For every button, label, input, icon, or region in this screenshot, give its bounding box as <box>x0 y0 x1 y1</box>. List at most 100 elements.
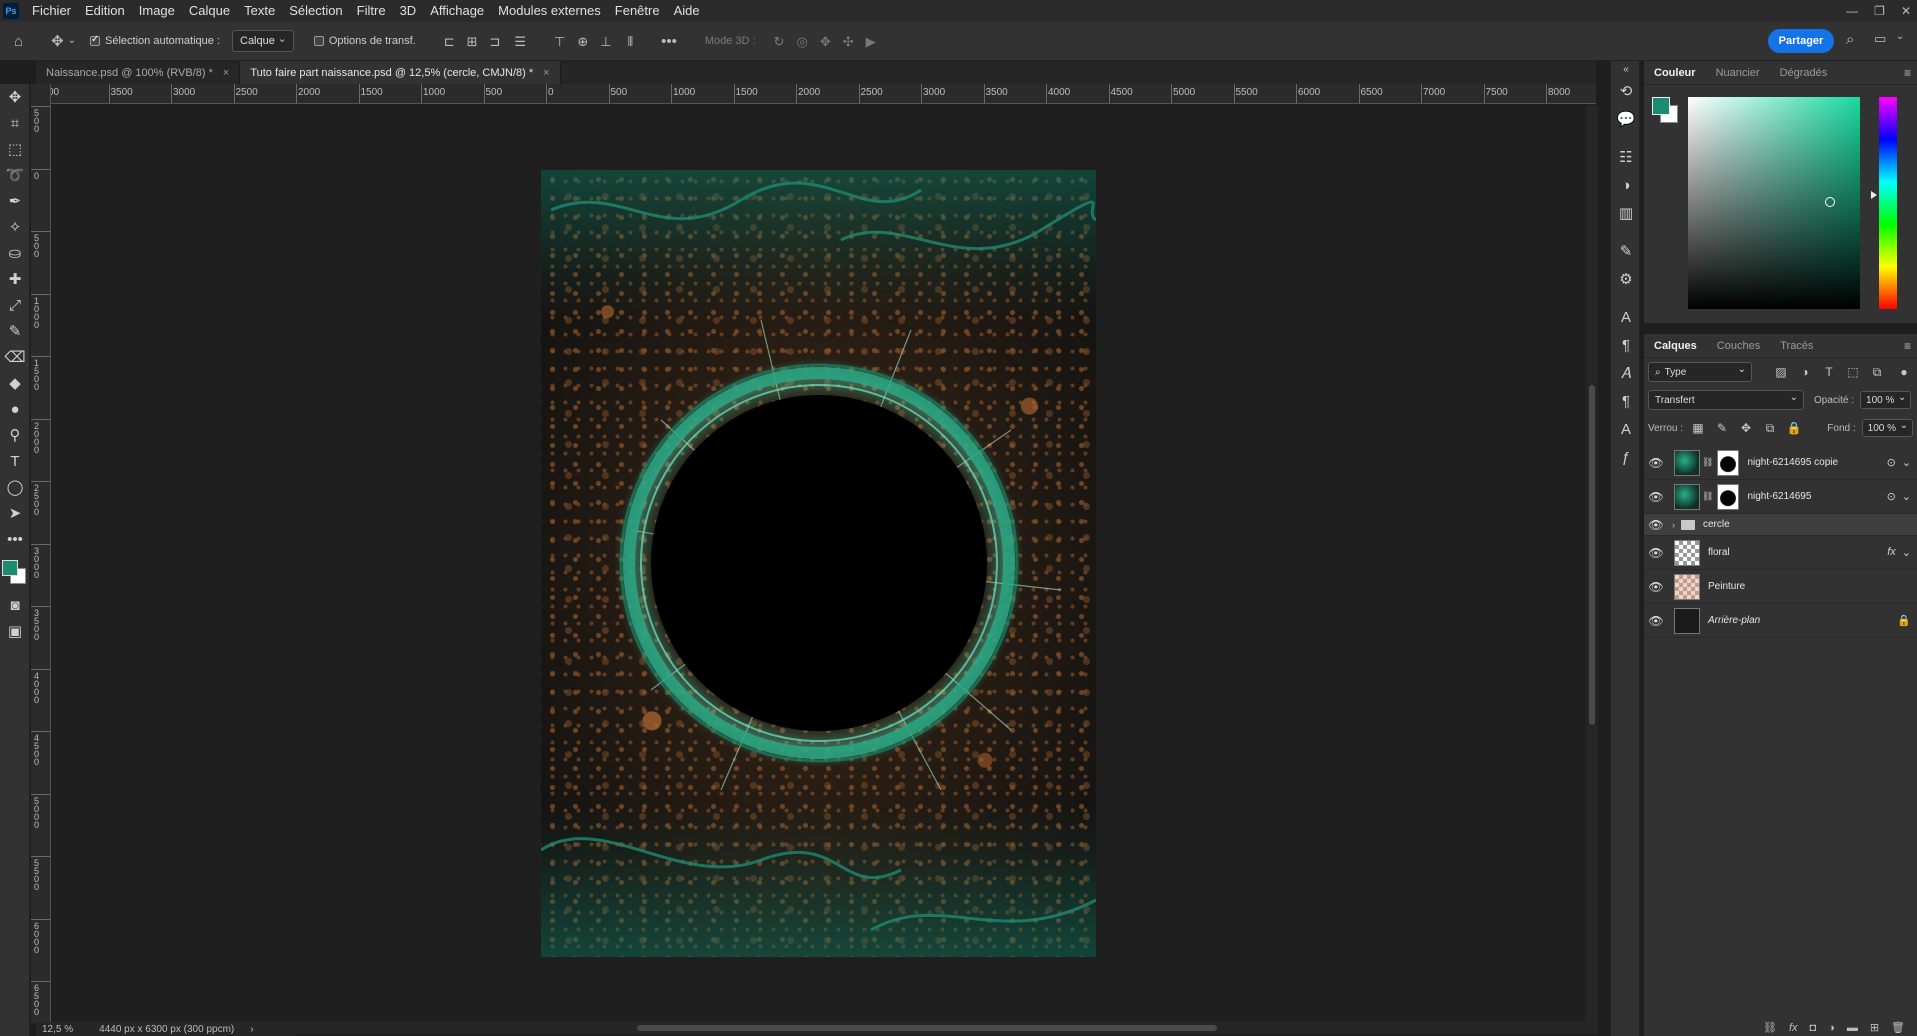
expand-chevron-icon[interactable]: ⌄ <box>1902 546 1911 559</box>
minimize-icon[interactable]: — <box>1846 4 1858 18</box>
lock-icon[interactable]: 🔒 <box>1897 614 1911 627</box>
expand-chevron-icon[interactable]: ⌄ <box>1902 490 1911 503</box>
zoom-level[interactable]: 12,5 % <box>42 1024 73 1035</box>
filter-adjustment-icon[interactable]: ◑ <box>1796 365 1814 379</box>
paragraph-styles-icon[interactable]: ¶ <box>1611 387 1641 415</box>
search-icon[interactable]: ⌕ <box>1846 32 1854 47</box>
eyedropper-tool-icon[interactable]: ⤢ <box>0 292 30 318</box>
vertical-scrollbar[interactable] <box>1586 105 1598 1022</box>
adjustments-icon[interactable]: ◑ <box>1611 171 1641 199</box>
menu-fenetre[interactable]: Fenêtre <box>608 0 667 22</box>
tab-tuto-faire-part[interactable]: Tuto faire part naissance.psd @ 12,5% (c… <box>240 61 561 84</box>
foreground-color-swatch[interactable] <box>2 560 18 576</box>
paint-bucket-tool-icon[interactable]: ◆ <box>0 370 30 396</box>
tab-degrades[interactable]: Dégradés <box>1770 61 1838 85</box>
share-button[interactable]: Partager <box>1768 29 1834 53</box>
auto-select-dropdown[interactable]: Calque <box>232 30 294 52</box>
styles-fx-icon[interactable]: ƒ <box>1611 443 1641 471</box>
menu-calque[interactable]: Calque <box>182 0 237 22</box>
healing-tool-icon[interactable]: ✚ <box>0 266 30 292</box>
filter-pixel-icon[interactable]: ▨ <box>1772 365 1790 379</box>
hue-slider[interactable] <box>1879 97 1897 309</box>
close-icon[interactable]: × <box>543 67 549 79</box>
tab-calques[interactable]: Calques <box>1644 334 1707 358</box>
paragraph-icon[interactable]: ¶ <box>1611 331 1641 359</box>
group-expand-chevron-icon[interactable]: › <box>1672 520 1675 530</box>
color-swatches[interactable] <box>0 552 29 592</box>
path-selection-tool-icon[interactable]: ➤ <box>0 500 30 526</box>
move-icon[interactable]: ✥ <box>51 34 64 49</box>
layer-arriere-plan[interactable]: 👁 Arrière-plan 🔒 <box>1644 604 1917 638</box>
more-icon[interactable]: ••• <box>661 34 677 49</box>
tab-nuancier[interactable]: Nuancier <box>1706 61 1770 85</box>
menu-selection[interactable]: Sélection <box>282 0 349 22</box>
align-top-icon[interactable]: ⊤ <box>554 35 565 48</box>
blur-tool-icon[interactable]: ● <box>0 396 30 422</box>
close-icon[interactable]: × <box>223 67 229 79</box>
delete-layer-icon[interactable]: 🗑 <box>1891 1021 1905 1034</box>
layer-filter-dropdown[interactable]: ⌕ Type <box>1648 362 1752 382</box>
blend-mode-dropdown[interactable]: Transfert <box>1648 390 1804 410</box>
ellipse-tool-icon[interactable]: ◯ <box>0 474 30 500</box>
menu-image[interactable]: Image <box>132 0 182 22</box>
tab-couleur[interactable]: Couleur <box>1644 61 1706 85</box>
roll-3d-icon[interactable]: ◎ <box>797 35 808 48</box>
layer-group-cercle[interactable]: 👁 › cercle <box>1644 514 1917 536</box>
new-group-icon[interactable]: ▬ <box>1847 1022 1858 1034</box>
auto-select-checkbox[interactable] <box>90 34 101 46</box>
workspace-chevron-icon[interactable]: ⌄ <box>1896 32 1904 42</box>
menu-aide[interactable]: Aide <box>667 0 707 22</box>
foreground-color-swatch[interactable] <box>1652 97 1670 115</box>
slide-3d-icon[interactable]: ✣ <box>843 35 854 48</box>
transform-options[interactable]: Options de transf. <box>313 35 416 47</box>
pen-tool-icon[interactable]: ✒ <box>0 188 30 214</box>
layer-mask-thumbnail[interactable] <box>1717 483 1740 510</box>
document-image[interactable] <box>541 170 1096 957</box>
opacity-input[interactable]: 100 % <box>1860 391 1912 409</box>
stamp-tool-icon[interactable]: ⛀ <box>0 240 30 266</box>
screen-mode-icon[interactable]: ▣ <box>0 618 30 644</box>
properties-icon[interactable]: ☷ <box>1611 143 1641 171</box>
move-tool-icon[interactable]: ✥ <box>0 84 30 110</box>
eye-icon[interactable]: 👁 <box>1644 580 1668 594</box>
scroll-thumb[interactable] <box>637 1025 1217 1031</box>
pan-3d-icon[interactable]: ✥ <box>820 35 831 48</box>
character-icon[interactable]: A <box>1611 303 1641 331</box>
lock-all-icon[interactable]: 🔒 <box>1785 421 1803 435</box>
brush-tool-icon[interactable]: ✎ <box>0 318 30 344</box>
more-tools-icon[interactable]: ••• <box>0 526 30 552</box>
filter-toggle-icon[interactable]: ● <box>1895 365 1913 379</box>
tab-naissance[interactable]: Naissance.psd @ 100% (RVB/8) * × <box>36 61 241 84</box>
lock-pixels-icon[interactable]: ✎ <box>1713 421 1731 435</box>
tool-presets-icon[interactable]: ⚙ <box>1611 265 1641 293</box>
smart-filter-icon[interactable]: ⊙ <box>1887 456 1896 469</box>
scroll-thumb[interactable] <box>1589 385 1595 725</box>
camera-3d-icon[interactable]: ▶ <box>866 35 876 48</box>
layer-night[interactable]: 👁 ⛓ night-6214695 ⊙ ⌄ <box>1644 480 1917 514</box>
distribute-v-icon[interactable]: ⫴ <box>628 35 633 48</box>
link-chain-icon[interactable]: ⛓ <box>1702 491 1713 502</box>
color-cursor[interactable] <box>1825 197 1835 207</box>
restore-icon[interactable]: ❐ <box>1874 4 1885 18</box>
menu-modules-externes[interactable]: Modules externes <box>491 0 608 22</box>
layer-mask-thumbnail[interactable] <box>1717 449 1740 476</box>
tab-traces[interactable]: Tracés <box>1770 334 1823 358</box>
link-layers-icon[interactable]: ⛓ <box>1763 1021 1777 1034</box>
lock-transparency-icon[interactable]: ▦ <box>1689 421 1707 435</box>
transform-checkbox[interactable] <box>313 36 324 46</box>
hue-slider-handle-icon[interactable] <box>1871 191 1877 199</box>
lock-position-icon[interactable]: ✥ <box>1737 421 1755 435</box>
workspace-icon[interactable]: ▭ <box>1874 32 1886 45</box>
eye-icon[interactable]: 👁 <box>1644 490 1668 504</box>
fill-input[interactable]: 100 % <box>1861 419 1913 437</box>
filter-type-icon[interactable]: T <box>1820 365 1838 379</box>
panel-menu-icon[interactable]: ≡ <box>1904 339 1911 353</box>
eye-icon[interactable]: 👁 <box>1644 518 1668 532</box>
menu-fichier[interactable]: Fichier <box>25 0 78 22</box>
tab-couches[interactable]: Couches <box>1707 334 1770 358</box>
align-left-icon[interactable]: ⊏ <box>444 35 455 48</box>
layer-floral[interactable]: 👁 floral fx ⌄ <box>1644 536 1917 570</box>
glyphs-icon[interactable]: 𝐴 <box>1611 359 1641 387</box>
expand-chevron-icon[interactable]: ⌄ <box>1902 456 1911 469</box>
orbit-3d-icon[interactable]: ↻ <box>774 35 785 48</box>
